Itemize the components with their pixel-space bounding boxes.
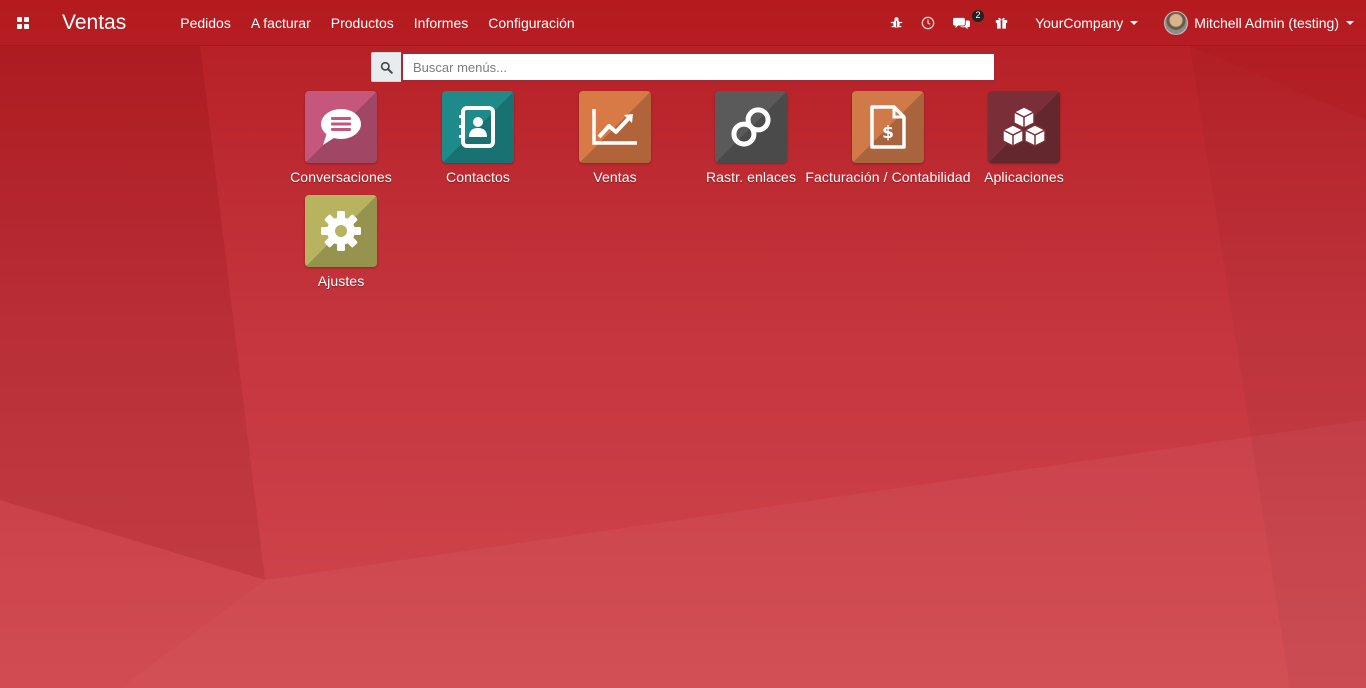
user-menu[interactable]: Mitchell Admin (testing)	[1148, 0, 1366, 46]
app-label: Contactos	[446, 169, 510, 185]
app-label: Conversaciones	[290, 169, 392, 185]
chat-icon	[953, 17, 971, 29]
apps-menu-button[interactable]	[0, 0, 46, 46]
messages-count-badge: 2	[972, 9, 985, 22]
link-icon	[731, 107, 771, 147]
menu-item-pedidos[interactable]: Pedidos	[170, 0, 241, 46]
app-ajustes[interactable]: Ajustes	[271, 195, 411, 289]
company-name: YourCompany	[1035, 14, 1124, 31]
messages-button[interactable]: 2	[944, 0, 986, 46]
app-aplicaciones[interactable]: Aplicaciones	[954, 91, 1094, 185]
line-chart-icon	[592, 109, 637, 145]
bug-icon	[890, 17, 903, 28]
cubes-icon	[1002, 106, 1046, 147]
debug-button[interactable]	[881, 0, 912, 46]
app-ventas[interactable]: Ventas	[545, 91, 685, 185]
app-label: Aplicaciones	[984, 169, 1064, 185]
app-label: Rastr. enlaces	[705, 169, 797, 185]
menu-item-informes[interactable]: Informes	[404, 0, 478, 46]
address-book-icon	[459, 106, 495, 148]
systray: 2 YourCompany Mitchell Admin (testing)	[881, 0, 1366, 46]
user-name: Mitchell Admin (testing)	[1194, 14, 1339, 31]
gift-icon	[995, 17, 1008, 29]
menu-item-configuracion[interactable]: Configuración	[478, 0, 584, 46]
menu-item-productos[interactable]: Productos	[321, 0, 404, 46]
app-label: Facturación / Contabilidad	[805, 169, 971, 185]
app-brand[interactable]: Ventas	[62, 0, 126, 46]
app-label: Ventas	[593, 169, 637, 185]
gear-icon	[321, 211, 361, 251]
clock-icon	[921, 16, 935, 29]
svg-text:$: $	[882, 123, 894, 143]
app-contactos[interactable]: Contactos	[408, 91, 548, 185]
gift-button[interactable]	[986, 0, 1017, 46]
chat-bubble-icon	[321, 109, 361, 145]
menu-item-a-facturar[interactable]: A facturar	[241, 0, 321, 46]
menu-search	[371, 52, 996, 82]
app-label: Ajustes	[317, 273, 365, 289]
caret-down-icon	[1130, 20, 1139, 25]
company-switcher[interactable]: YourCompany	[1017, 0, 1148, 46]
app-conversaciones[interactable]: Conversaciones	[271, 91, 411, 185]
search-icon	[371, 52, 401, 82]
activity-button[interactable]	[912, 0, 944, 46]
main-menu: Pedidos A facturar Productos Informes Co…	[170, 0, 584, 46]
caret-down-icon	[1346, 20, 1354, 25]
top-navbar: Ventas Pedidos A facturar Productos Info…	[0, 0, 1366, 46]
search-input[interactable]	[401, 52, 996, 82]
grid-icon	[17, 16, 29, 29]
app-facturacion[interactable]: $ Facturación / Contabilidad	[805, 91, 971, 185]
app-rastr-enlaces[interactable]: Rastr. enlaces	[681, 91, 821, 185]
avatar	[1164, 10, 1189, 35]
invoice-dollar-icon: $	[870, 105, 906, 149]
